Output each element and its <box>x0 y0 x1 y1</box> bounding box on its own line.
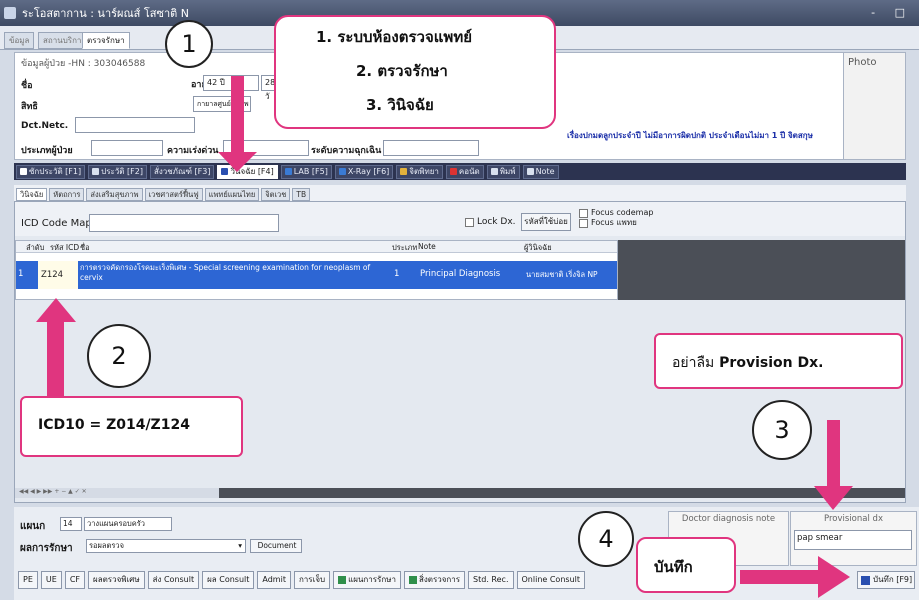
step-number: 3. <box>366 96 383 114</box>
provision-note: อย่าลืม Provision Dx. <box>672 352 823 374</box>
callout-line-3: 3. วินิจฉัย <box>366 93 434 117</box>
callout-save: บันทึก <box>636 537 736 593</box>
step-text: วินิจฉัย <box>387 96 434 114</box>
arrow-4-head <box>818 556 850 598</box>
callout-menu-steps: 1. ระบบห้องตรวจแพทย์ 2. ตรวจรักษา 3. วิน… <box>274 15 556 129</box>
callout-provision-dx: อย่าลืม Provision Dx. <box>654 333 903 389</box>
callout-icd10: ICD10 = Z014/Z124 <box>20 396 243 457</box>
step-text: ระบบห้องตรวจแพทย์ <box>337 28 472 46</box>
arrow-4-shaft <box>740 570 820 584</box>
arrow-3-head <box>814 486 853 510</box>
step-1-circle: 1 <box>165 20 213 68</box>
callout-line-1: 1. ระบบห้องตรวจแพทย์ <box>316 25 472 49</box>
save-note: บันทึก <box>654 558 693 576</box>
arrow-2-head <box>36 298 76 322</box>
step-4-circle: 4 <box>578 511 634 567</box>
arrow-1-shaft <box>231 76 244 154</box>
step-text: ตรวจรักษา <box>377 62 448 80</box>
step-3-circle: 3 <box>752 400 812 460</box>
arrow-3-shaft <box>827 420 840 488</box>
step-number: 1. <box>316 28 333 46</box>
provision-prefix: อย่าลืม <box>672 355 715 371</box>
icd10-note: ICD10 = Z014/Z124 <box>38 417 190 433</box>
callout-line-2: 2. ตรวจรักษา <box>356 59 448 83</box>
arrow-2-shaft <box>47 320 64 400</box>
step-number: 2. <box>356 62 373 80</box>
provision-text: Provision Dx. <box>719 355 824 371</box>
arrow-1-head <box>218 152 257 172</box>
step-2-circle: 2 <box>87 324 151 388</box>
